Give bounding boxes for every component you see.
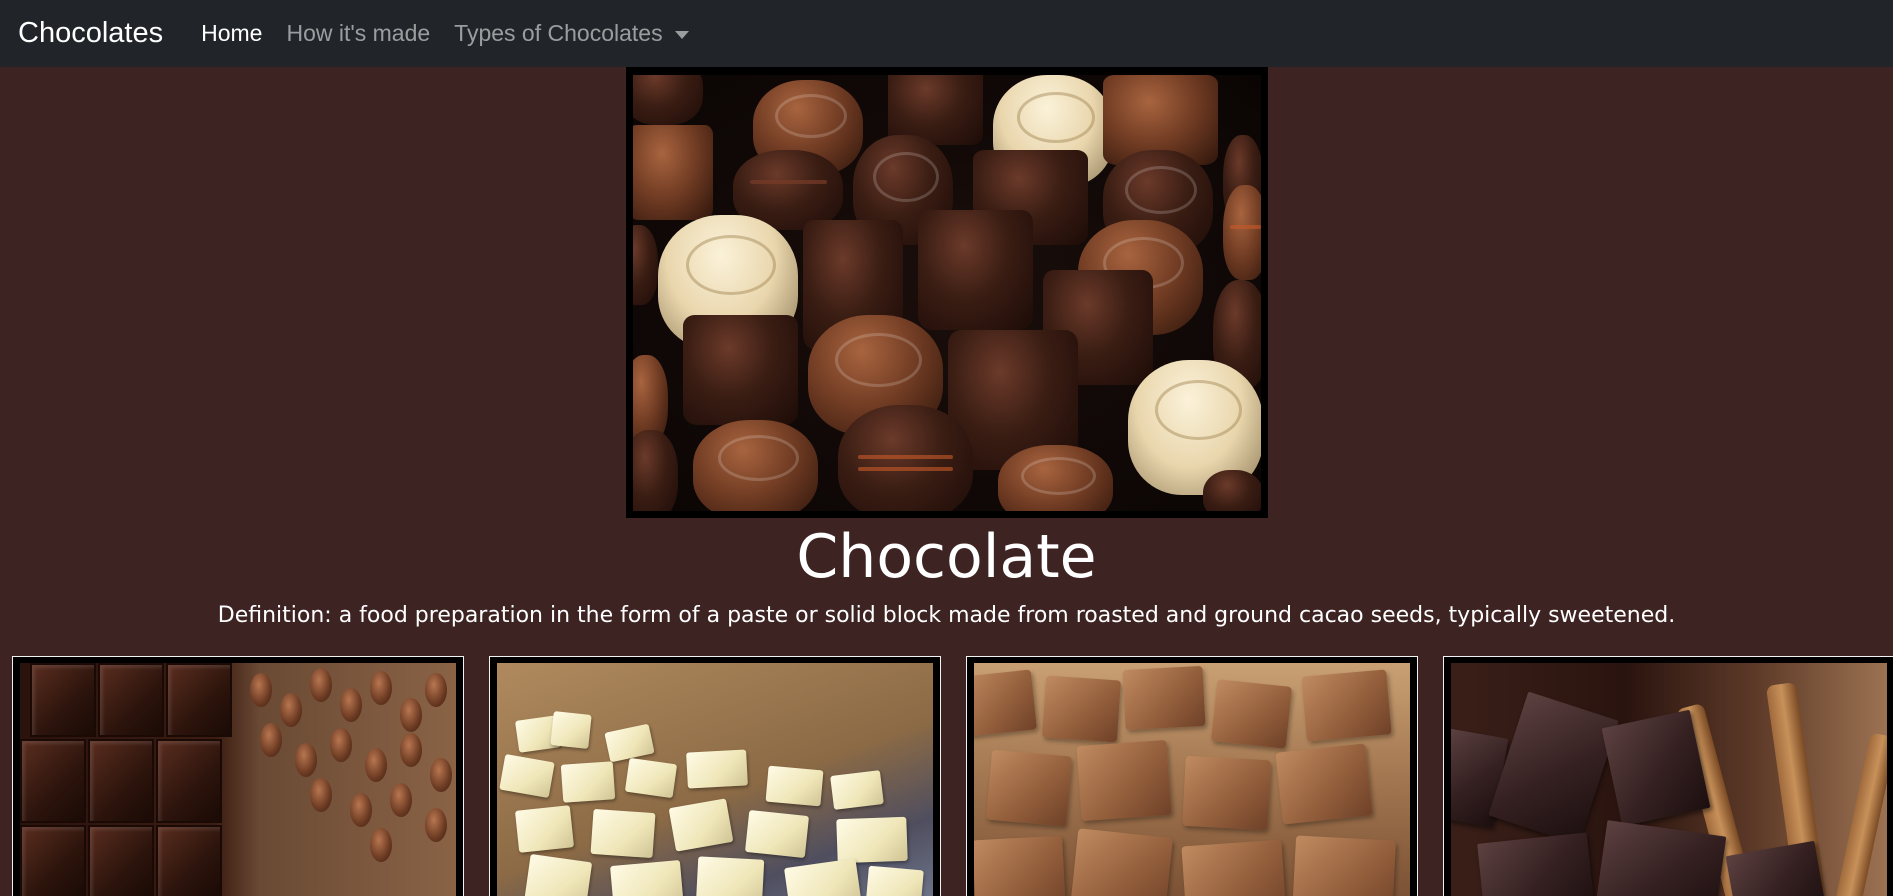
caret-down-icon: [674, 30, 689, 39]
hero-image-frame: [626, 67, 1268, 518]
nav-dropdown-types-of-chocolates[interactable]: Types of Chocolates: [454, 20, 689, 47]
nav-link-home-label: Home: [201, 20, 263, 46]
nav-link-how-its-made-label: How it's made: [286, 20, 431, 46]
navbar: Chocolates Home How it's made Types of C…: [0, 0, 1893, 67]
card-dark-chocolate[interactable]: [12, 656, 464, 896]
bonbon: [918, 210, 1033, 330]
white-chocolate-chunks-image: [497, 663, 933, 896]
bonbon: [693, 420, 818, 511]
bonbon: [633, 125, 713, 220]
assorted-chocolates-image: [633, 75, 1261, 511]
nav-link-how-its-made[interactable]: How it's made: [286, 20, 430, 47]
page-title: Chocolate: [796, 522, 1097, 592]
bonbon: [683, 315, 798, 425]
card-dark-chocolate-chunks[interactable]: [1443, 656, 1893, 896]
navbar-brand[interactable]: Chocolates: [18, 17, 163, 50]
nav-dropdown-label: Types of Chocolates: [454, 20, 663, 46]
milk-chocolate-chunks-image: [974, 663, 1410, 896]
dark-chocolate-bar-with-cocoa-beans-image: [20, 663, 456, 896]
definition-text: Definition: a food preparation in the fo…: [217, 603, 1676, 628]
card-white-chocolate[interactable]: [489, 656, 941, 896]
nav-link-home[interactable]: Home: [201, 20, 262, 47]
bonbon: [1203, 470, 1261, 511]
card-milk-chocolate[interactable]: [966, 656, 1418, 896]
bonbon: [633, 430, 678, 511]
bonbon: [633, 225, 658, 305]
bonbon: [998, 445, 1113, 511]
bonbon: [1223, 185, 1261, 280]
dark-chocolate-chunks-with-cinnamon-image: [1451, 663, 1887, 896]
bonbon: [633, 75, 703, 125]
bonbon: [838, 405, 973, 511]
